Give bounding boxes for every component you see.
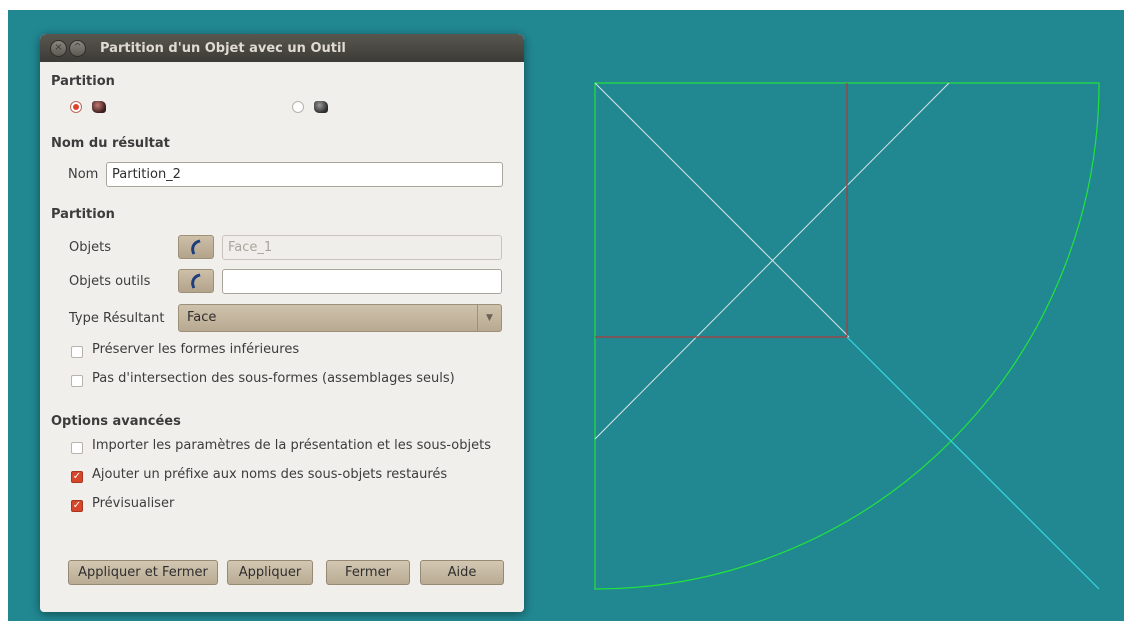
preview-label: Prévisualiser (92, 496, 175, 511)
tool-objects-field[interactable] (222, 269, 502, 294)
result-type-label: Type Résultant (69, 311, 165, 326)
keep-subshapes-checkbox[interactable] (71, 346, 83, 358)
advanced-options-header: Options avancées (51, 414, 181, 429)
import-params-checkbox[interactable] (71, 442, 83, 454)
objects-select-button[interactable] (178, 235, 214, 259)
partition-plane-icon (314, 101, 328, 113)
partition-mode-radio-1[interactable] (70, 101, 82, 113)
diagonal-line-1 (594, 82, 850, 338)
partition-dialog: × ^ Partition d'un Objet avec un Outil P… (40, 34, 524, 612)
help-button[interactable]: Aide (420, 560, 504, 585)
partition-object-icon (92, 101, 106, 113)
partition-mode-radio-2[interactable] (292, 101, 304, 113)
select-arrow-icon (188, 273, 204, 289)
keep-subshapes-label: Préserver les formes inférieures (92, 342, 300, 357)
close-button[interactable]: Fermer (326, 560, 410, 585)
partition-header: Partition (51, 74, 115, 89)
name-label: Nom (68, 167, 99, 182)
objects-label: Objets (69, 240, 111, 255)
apply-button[interactable]: Appliquer (227, 560, 313, 585)
partition-section-header: Partition (51, 207, 115, 222)
chevron-down-icon: ▼ (477, 305, 501, 331)
dialog-title: Partition d'un Objet avec un Outil (100, 40, 346, 56)
no-self-intersection-label: Pas d'intersection des sous-formes (asse… (92, 371, 455, 386)
import-params-label: Importer les paramètres de la présentati… (92, 438, 491, 453)
objects-field[interactable]: Face_1 (222, 235, 502, 260)
add-prefix-label: Ajouter un préfixe aux noms des sous-obj… (92, 467, 448, 482)
title-bar: × ^ Partition d'un Objet avec un Outil (40, 34, 524, 62)
tool-objects-select-button[interactable] (178, 269, 214, 293)
apply-and-close-button[interactable]: Appliquer et Fermer (68, 560, 218, 585)
minimize-window-icon[interactable]: ^ (69, 39, 86, 57)
preview-diagonal (846, 336, 1100, 590)
select-arrow-icon (188, 239, 204, 255)
add-prefix-checkbox[interactable]: ✓ (71, 471, 83, 483)
result-type-value: Face (187, 310, 217, 325)
result-name-header: Nom du résultat (51, 136, 170, 151)
no-self-intersection-checkbox[interactable] (71, 375, 83, 387)
result-type-combo[interactable]: Face ▼ (178, 304, 502, 332)
close-window-icon[interactable]: × (50, 39, 67, 57)
preview-checkbox[interactable]: ✓ (71, 500, 83, 512)
name-field[interactable]: Partition_2 (106, 162, 503, 187)
tool-objects-label: Objets outils (69, 274, 151, 289)
